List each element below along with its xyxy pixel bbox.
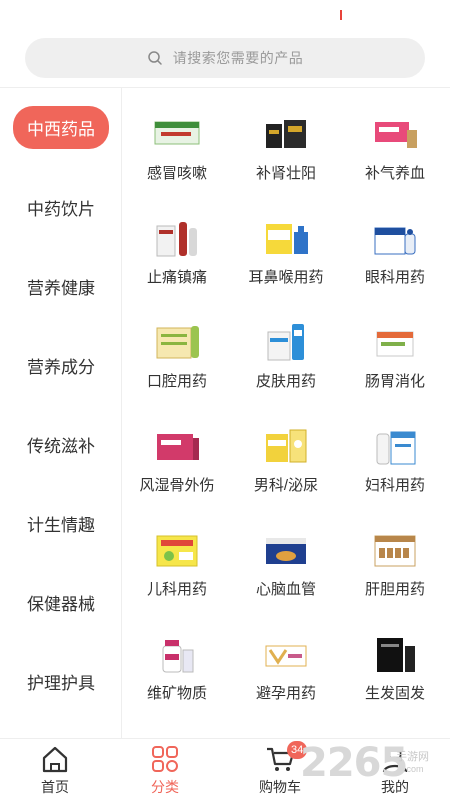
stomach-medicine-box-icon <box>376 331 414 357</box>
subcategory-item[interactable]: 生发固发 <box>340 612 450 716</box>
qi-blood-box-icon <box>375 122 417 148</box>
subcategory-item[interactable]: 皮肤用药 <box>231 300 341 404</box>
subcategory-label: 补气养血 <box>364 165 425 182</box>
sidebar-item-family-planning[interactable]: 计生情趣 <box>0 503 122 543</box>
hair-growth-box-icon <box>377 638 415 672</box>
subcategory-label: 眼科用药 <box>364 269 425 286</box>
vitamin-bottle-icon <box>162 640 194 673</box>
subcategory-item[interactable]: 维矿物质 <box>122 612 232 716</box>
sidebar-item-label: 护理护具 <box>27 673 95 693</box>
watermark-number: 2265 <box>300 740 408 786</box>
site-watermark: 2265 手游网 .com <box>300 740 450 792</box>
category-icon <box>152 746 178 772</box>
liver-box-icon <box>374 535 416 567</box>
sidebar-item-herbal-slices[interactable]: 中药饮片 <box>0 187 122 227</box>
contraceptive-box-icon <box>265 645 307 667</box>
ent-medicine-box-icon <box>266 224 308 254</box>
subcategory-item[interactable]: 补肾壮阳 <box>231 92 341 196</box>
tab-label: 购物车 <box>259 779 301 795</box>
sidebar-item-label: 中药饮片 <box>27 199 95 219</box>
subcategory-label: 口腔用药 <box>146 373 207 390</box>
subcategory-item[interactable]: 男科/泌尿 <box>231 404 341 508</box>
search-bar[interactable]: 请搜索您需要的产品 <box>25 38 425 78</box>
subcategory-item[interactable]: 肠胃消化 <box>340 300 450 404</box>
subcategory-label: 皮肤用药 <box>255 373 316 390</box>
subcategory-label: 肠胃消化 <box>364 373 425 390</box>
sidebar-item-label: 传统滋补 <box>27 436 95 456</box>
subcategory-item[interactable]: 口腔用药 <box>122 300 232 404</box>
sidebar-item-label: 计生情趣 <box>27 515 95 535</box>
tab-label: 分类 <box>151 779 179 795</box>
sidebar-item-label: 营养健康 <box>27 278 95 298</box>
subcategory-label: 妇科用药 <box>364 477 425 494</box>
subcategory-item[interactable]: 止痛镇痛 <box>122 196 232 300</box>
sidebar-item-nutrition-health[interactable]: 营养健康 <box>0 266 122 306</box>
subcategory-label: 肝胆用药 <box>364 581 425 598</box>
subcategory-item[interactable]: 补气养血 <box>340 92 450 196</box>
subcategory-label: 生发固发 <box>364 685 425 702</box>
subcategory-grid: 感冒咳嗽 补肾壮阳 补气养血 止痛镇痛 耳鼻喉用药 眼科用药 口腔用药 皮肤用药… <box>122 88 450 738</box>
subcategory-label: 心脑血管 <box>255 581 316 598</box>
sidebar-item-label: 中西药品 <box>13 105 109 149</box>
tab-category[interactable]: 分类 <box>110 739 220 800</box>
sidebar-item-western-chinese-medicine[interactable]: 中西药品 <box>0 105 122 149</box>
status-indicator <box>340 10 342 20</box>
subcategory-item[interactable]: 眼科用药 <box>340 196 450 300</box>
top-bar: 请搜索您需要的产品 <box>0 0 450 88</box>
sidebar-item-label: 保健器械 <box>27 594 95 614</box>
subcategory-label: 男科/泌尿 <box>253 477 319 494</box>
kidney-tonic-box-icon <box>266 120 306 148</box>
painkiller-box-icon <box>156 222 197 257</box>
subcategory-item[interactable]: 妇科用药 <box>340 404 450 508</box>
tab-label: 首页 <box>41 779 69 795</box>
search-input[interactable]: 请搜索您需要的产品 <box>173 48 304 68</box>
subcategory-item[interactable]: 儿科用药 <box>122 508 232 612</box>
gynecology-box-icon <box>376 431 416 465</box>
subcategory-label: 止痛镇痛 <box>146 269 207 286</box>
subcategory-item[interactable]: 风湿骨外伤 <box>122 404 232 508</box>
home-icon <box>42 746 68 773</box>
tab-home[interactable]: 首页 <box>0 739 110 800</box>
sidebar-item-nutrients[interactable]: 营养成分 <box>0 345 122 385</box>
subcategory-label: 儿科用药 <box>146 581 207 598</box>
oral-medicine-box-icon <box>156 326 199 359</box>
subcategory-label: 避孕用药 <box>255 685 316 702</box>
watermark-domain: .com <box>404 764 424 774</box>
skin-medicine-tube-icon <box>267 324 304 361</box>
subcategory-label: 维矿物质 <box>146 685 207 702</box>
cold-medicine-box-icon <box>154 121 200 145</box>
subcategory-label: 感冒咳嗽 <box>146 165 207 182</box>
category-sidebar: 中西药品 中药饮片 营养健康 营养成分 传统滋补 计生情趣 保健器械 护理护具 <box>0 88 122 738</box>
subcategory-item[interactable]: 肝胆用药 <box>340 508 450 612</box>
sidebar-item-care-protection[interactable]: 护理护具 <box>0 661 122 701</box>
subcategory-item[interactable]: 心脑血管 <box>231 508 341 612</box>
search-icon <box>148 51 162 65</box>
subcategory-item[interactable]: 耳鼻喉用药 <box>231 196 341 300</box>
mens-health-box-icon <box>266 429 307 463</box>
rheumatism-box-icon <box>157 434 199 460</box>
pediatric-box-icon <box>156 535 198 567</box>
watermark-text: 手游网 <box>396 751 429 763</box>
subcategory-label: 风湿骨外伤 <box>139 477 215 494</box>
subcategory-label: 补肾壮阳 <box>255 165 316 182</box>
sidebar-item-label: 营养成分 <box>27 357 95 377</box>
sidebar-item-traditional-tonic[interactable]: 传统滋补 <box>0 424 122 464</box>
subcategory-item[interactable]: 避孕用药 <box>231 612 341 716</box>
sidebar-item-health-devices[interactable]: 保健器械 <box>0 582 122 622</box>
cardio-box-icon <box>266 538 306 564</box>
eye-drops-box-icon <box>374 227 416 255</box>
subcategory-item[interactable]: 感冒咳嗽 <box>122 92 232 196</box>
subcategory-label: 耳鼻喉用药 <box>248 269 324 286</box>
